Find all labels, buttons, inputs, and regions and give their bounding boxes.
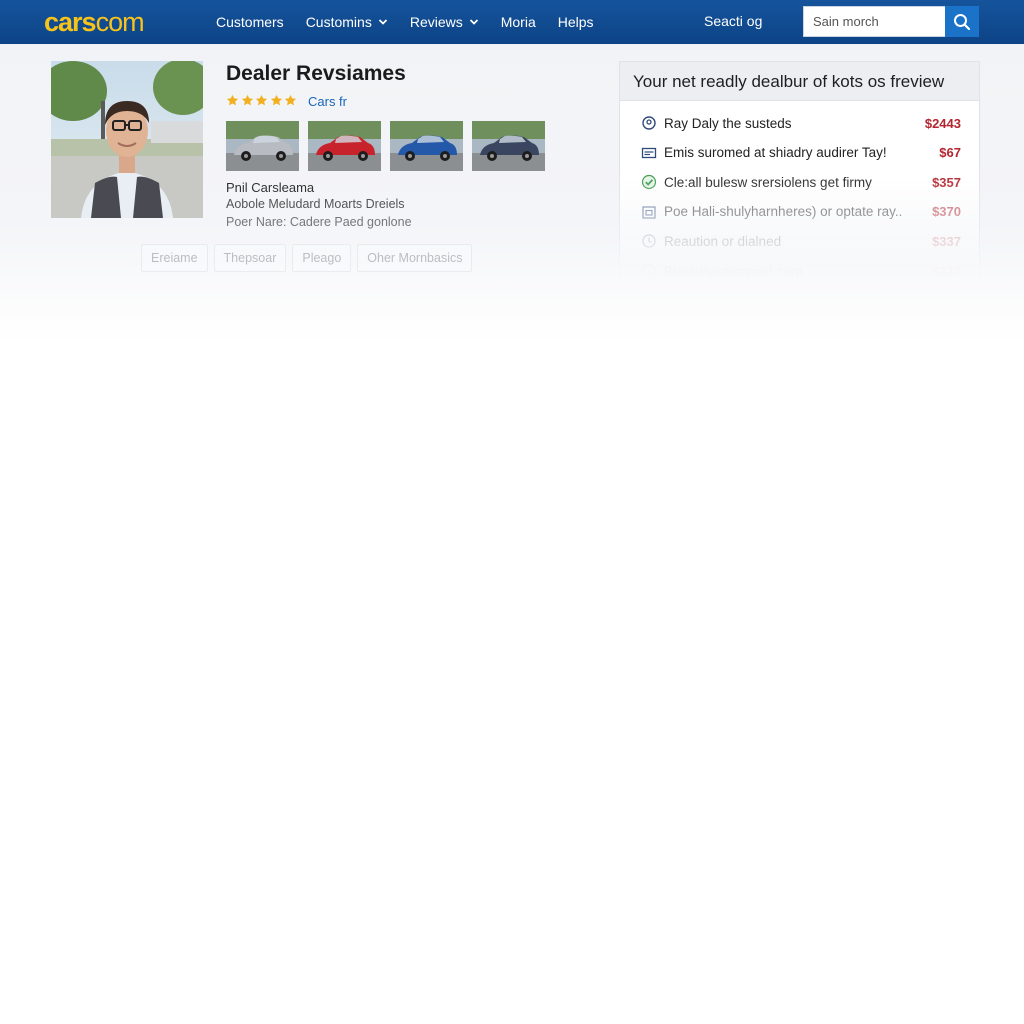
cars-link[interactable]: Cars fr [308,94,347,109]
car-thumbnail-blue-car[interactable] [390,121,463,171]
review-row-text: Emis suromed at shiadry audirer Tay! [664,145,887,161]
car-thumbnail-dark-car[interactable] [472,121,545,171]
review-row-price: $2443 [924,115,961,131]
review-row-text: Reaution or dialned [664,233,782,249]
review-row-price: $337 [932,263,961,279]
fade-overlay [0,300,1024,380]
review-row[interactable]: Cle:all bulesw srersiolens get firmy $357 [641,172,961,192]
filter-chip[interactable]: Thepsoar [213,244,287,272]
review-row-price: $67 [939,145,961,161]
car-thumbnails [226,121,554,171]
star-icon [284,94,297,106]
dealer-title: Dealer Revsiames [226,62,406,85]
star-icon [255,94,268,106]
nav-item-customins[interactable]: Customins [306,14,388,30]
info-icon [642,264,656,278]
top-navigation-bar: carscom Customers Customins Reviews Moria He… [0,0,1024,44]
review-row-text: Ray Daly the susteds [664,115,792,131]
nav-item-label: Customers [216,14,284,30]
review-row-text: Buearbylotompiarl.com [664,263,803,279]
nav-item-moria[interactable]: Moria [501,14,536,30]
review-row-text: Cle:all bulesw srersiolens get firmy [664,174,872,190]
car-thumbnail-silver-car[interactable] [226,121,299,171]
check-icon [641,175,657,190]
review-row[interactable]: Reaution or dialned $337 [641,231,961,251]
nav-item-label: Reviews [409,14,463,30]
site-logo[interactable]: carscom [44,6,145,38]
nav-item-label: Helps [557,14,594,30]
review-row[interactable]: Poe Hali-shulyharnheres) or optate ray..… [641,202,961,222]
filter-chip[interactable]: Pleago [292,244,352,272]
dealer-subtitle: Aobole Meludard Moarts Dreiels [226,197,405,211]
logo-main-text: cars [44,7,97,37]
filter-chip[interactable]: Oher Mornbasics [357,244,473,272]
review-row-price: $370 [932,204,961,220]
car-thumbnail-red-car[interactable] [308,121,381,171]
nav-item-label: Moria [500,14,536,30]
review-row-price: $337 [932,233,961,249]
star-icon [270,94,282,106]
review-row-price: $357 [932,174,961,190]
star-rating [226,94,299,107]
nav-item-customers[interactable]: Customers [216,14,284,30]
review-row-text: Poe Hali-shulyharnheres) or optate ray.. [664,204,903,220]
review-row[interactable]: Ray Daly the susteds $2443 [641,113,961,133]
calendar-icon [642,206,656,219]
chevron-down-icon [378,19,387,25]
panel-title: Your net readly dealbur of kots os frevi… [620,62,979,101]
dealer-photo [51,61,203,218]
search-icon [954,13,971,30]
search-bar [803,6,979,37]
search-button[interactable] [945,6,979,37]
nav-item-helps[interactable]: Helps [558,14,594,30]
dealer-detail: Poer Nare: Cadere Paed gonlone [226,215,412,229]
nav-item-reviews[interactable]: Reviews [410,14,479,30]
chevron-down-icon [469,19,478,25]
pin-icon [642,116,656,130]
review-panel: Your net readly dealbur of kots os frevi… [619,61,980,283]
filter-chip[interactable]: Ereiame [141,244,208,272]
star-icon [241,94,253,106]
logo-suffix-text: com [95,7,145,37]
sign-in-link[interactable]: Seacti og [704,13,762,29]
clock-icon [642,234,656,248]
review-row[interactable]: Emis suromed at shiadry audirer Tay! $67 [641,143,961,163]
filter-chips: Ereiame Thepsoar Pleago Oher Mornbasics [141,244,478,272]
nav-item-label: Customins [305,14,372,30]
card-icon [641,147,657,158]
main-nav: Customers Customins Reviews Moria Helps [216,0,616,44]
star-icon [226,94,239,106]
review-row[interactable]: Buearbylotompiarl.com $337 [641,261,961,281]
dealer-name: Pnil Carsleama [226,180,315,195]
search-input[interactable] [803,6,945,37]
